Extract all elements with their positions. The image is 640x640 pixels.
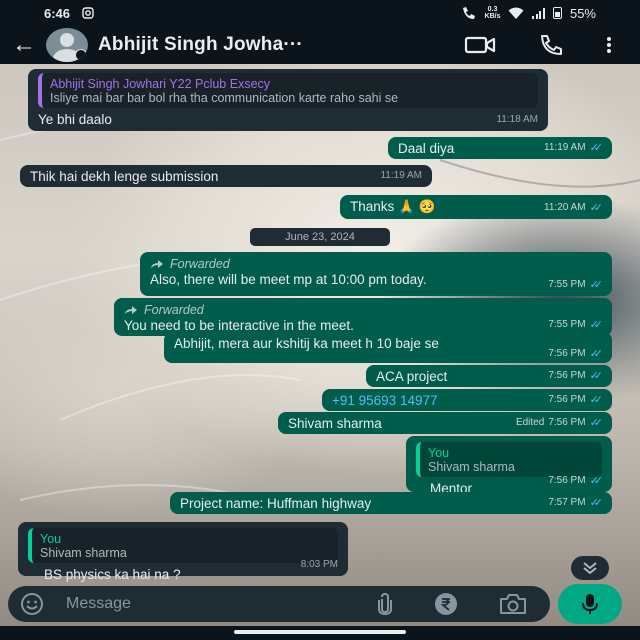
read-ticks-icon: ✓✓ — [589, 202, 604, 214]
notification-app-icon — [82, 7, 94, 19]
read-ticks-icon: ✓✓ — [589, 417, 604, 429]
read-ticks-icon: ✓✓ — [589, 370, 604, 382]
message-list[interactable]: Abhijit Singh Jowhari Y22 Pclub Exsecy I… — [0, 64, 640, 584]
message-outgoing[interactable]: Shivam sharma Edited 7:56 PM ✓✓ — [278, 412, 612, 434]
video-call-icon[interactable] — [464, 35, 496, 55]
message-text: Also, there will be meet mp at 10:00 pm … — [150, 272, 427, 287]
wifi-calling-icon — [462, 7, 475, 19]
quoted-sender: You — [428, 446, 450, 460]
contact-name[interactable]: Abhijit Singh Jowha··· — [98, 34, 398, 56]
message-input[interactable] — [66, 595, 316, 613]
emoji-icon[interactable] — [20, 592, 44, 616]
quoted-sender: Abhijit Singh Jowhari Y22 Pclub Exsecy — [50, 77, 271, 91]
quoted-reply[interactable]: Abhijit Singh Jowhari Y22 Pclub Exsecy I… — [38, 73, 538, 108]
quoted-reply[interactable]: You Shivam sharma — [416, 442, 602, 477]
status-bar: 6:46 0.3 KB/s 55% — [0, 0, 640, 26]
read-ticks-icon: ✓✓ — [589, 394, 604, 406]
network-speed: 0.3 KB/s — [484, 6, 501, 20]
more-options-icon[interactable] — [606, 36, 612, 54]
message-outgoing[interactable]: Abhijit, mera aur kshitij ka meet h 10 b… — [164, 332, 612, 363]
read-ticks-icon: ✓✓ — [589, 319, 604, 331]
message-outgoing[interactable]: Thanks 🙏 🥺 11:20 AM ✓✓ — [340, 195, 612, 219]
message-time: 7:56 PM — [548, 475, 586, 486]
message-outgoing[interactable]: Forwarded Also, there will be meet mp at… — [140, 252, 612, 296]
voice-call-icon[interactable] — [538, 34, 564, 56]
quoted-text: Shivam sharma — [40, 546, 127, 560]
message-time: 7:56 PM — [548, 370, 586, 381]
wifi-icon — [508, 7, 524, 19]
double-chevron-down-icon — [583, 562, 597, 575]
forward-arrow-icon — [125, 306, 137, 314]
message-time: 7:56 PM — [548, 417, 586, 428]
voice-message-button[interactable] — [558, 584, 622, 624]
read-ticks-icon: ✓✓ — [589, 475, 604, 487]
message-time: 11:18 AM — [496, 114, 538, 125]
message-time: 7:57 PM — [548, 497, 586, 508]
status-time: 6:46 — [44, 5, 71, 21]
quoted-reply[interactable]: You Shivam sharma — [28, 528, 338, 563]
message-text: Abhijit, mera aur kshitij ka meet h 10 b… — [174, 336, 439, 351]
camera-icon[interactable] — [498, 593, 528, 615]
chat-header: ← Abhijit Singh Jowha··· — [0, 26, 640, 64]
battery-percent: 55% — [569, 5, 596, 21]
message-time: 7:55 PM — [548, 279, 586, 290]
message-time: 7:56 PM — [548, 394, 586, 405]
battery-icon — [552, 7, 562, 19]
edited-label: Edited — [515, 417, 545, 428]
message-text: Project name: Huffman highway — [180, 496, 372, 511]
forwarded-label: Forwarded — [124, 302, 602, 318]
attach-icon[interactable] — [376, 593, 394, 615]
avatar[interactable] — [46, 28, 88, 62]
forwarded-label: Forwarded — [150, 256, 602, 272]
message-outgoing[interactable]: Forwarded You need to be interactive in … — [114, 298, 612, 336]
message-time: 7:56 PM — [548, 348, 586, 359]
read-ticks-icon: ✓✓ — [589, 348, 604, 360]
read-ticks-icon: ✓✓ — [589, 497, 604, 509]
rupee-payment-icon[interactable] — [434, 592, 458, 616]
mic-icon — [582, 594, 598, 614]
cell-signal-icon — [532, 7, 545, 19]
message-time: 7:55 PM — [548, 319, 586, 330]
message-incoming[interactable]: Abhijit Singh Jowhari Y22 Pclub Exsecy I… — [28, 69, 548, 131]
quoted-text: Isliye mai bar bar bol rha tha communica… — [50, 91, 399, 105]
message-incoming[interactable]: Thik hai dekh lenge submission 11:19 AM — [20, 165, 432, 187]
read-ticks-icon: ✓✓ — [589, 279, 604, 291]
message-text: BS physics ka hai na ? — [44, 567, 181, 582]
home-gesture-handle[interactable] — [234, 630, 406, 634]
scroll-to-bottom-button[interactable] — [571, 556, 609, 580]
read-ticks-icon: ✓✓ — [589, 142, 604, 154]
message-text: Thik hai dekh lenge submission — [30, 169, 219, 184]
message-outgoing[interactable]: ACA project 7:56 PM ✓✓ — [366, 365, 612, 387]
compose-bar — [8, 586, 550, 622]
message-time: 11:20 AM — [544, 202, 586, 213]
message-outgoing[interactable]: Daal diya 11:19 AM ✓✓ — [388, 137, 612, 159]
message-outgoing[interactable]: +91 95693 14977 7:56 PM ✓✓ — [322, 389, 612, 411]
message-incoming[interactable]: You Shivam sharma BS physics ka hai na ?… — [18, 522, 348, 582]
back-arrow-icon[interactable]: ← — [12, 33, 40, 57]
forward-arrow-icon — [151, 260, 163, 268]
date-separator: June 23, 2024 — [250, 228, 390, 246]
message-outgoing[interactable]: You Shivam sharma Mentor 7:56 PM ✓✓ — [406, 436, 612, 496]
message-outgoing[interactable]: Project name: Huffman highway 7:57 PM ✓✓ — [170, 492, 612, 514]
message-time: 11:19 AM — [544, 142, 586, 153]
quoted-sender: You — [40, 532, 62, 546]
message-text: Ye bhi daalo — [38, 112, 112, 127]
message-time: 8:03 PM — [300, 559, 338, 570]
message-time: 11:19 AM — [380, 170, 422, 181]
